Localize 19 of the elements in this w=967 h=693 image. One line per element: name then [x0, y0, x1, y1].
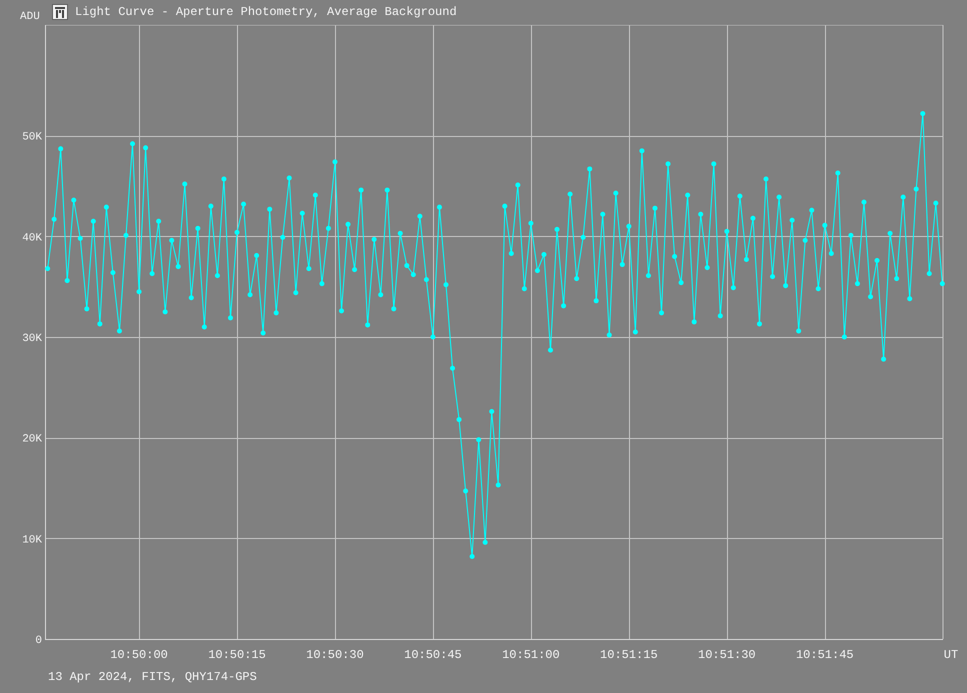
x-tick-label: 10:51:45: [796, 648, 854, 660]
y-tick-label: 10K: [22, 534, 42, 546]
app-icon: [52, 4, 68, 20]
y-tick-label: 20K: [22, 434, 42, 446]
axis-label: ADU: [20, 11, 41, 23]
x-tick-label: 10:50:30: [306, 648, 364, 660]
y-tick-label: 50K: [22, 132, 42, 144]
y-tick-label: 0: [35, 635, 42, 647]
x-tick-label: 10:50:00: [110, 648, 168, 660]
y-tick-label: 30K: [22, 333, 42, 346]
y-tick-label: 40K: [22, 232, 42, 244]
x-tick-label: 10:50:15: [208, 648, 266, 660]
x-tick-label: 10:50:45: [404, 648, 462, 660]
window-title: Light Curve - Aperture Photometry, Average Background: [75, 5, 457, 19]
x-tick-label: 10:51:00: [502, 648, 560, 660]
status-text: 13 Apr 2024, FITS, QHY174-GPS: [48, 670, 258, 684]
axis-label: UT: [944, 648, 958, 660]
x-tick-label: 10:51:15: [600, 648, 658, 660]
x-tick-label: 10:51:30: [698, 648, 756, 660]
